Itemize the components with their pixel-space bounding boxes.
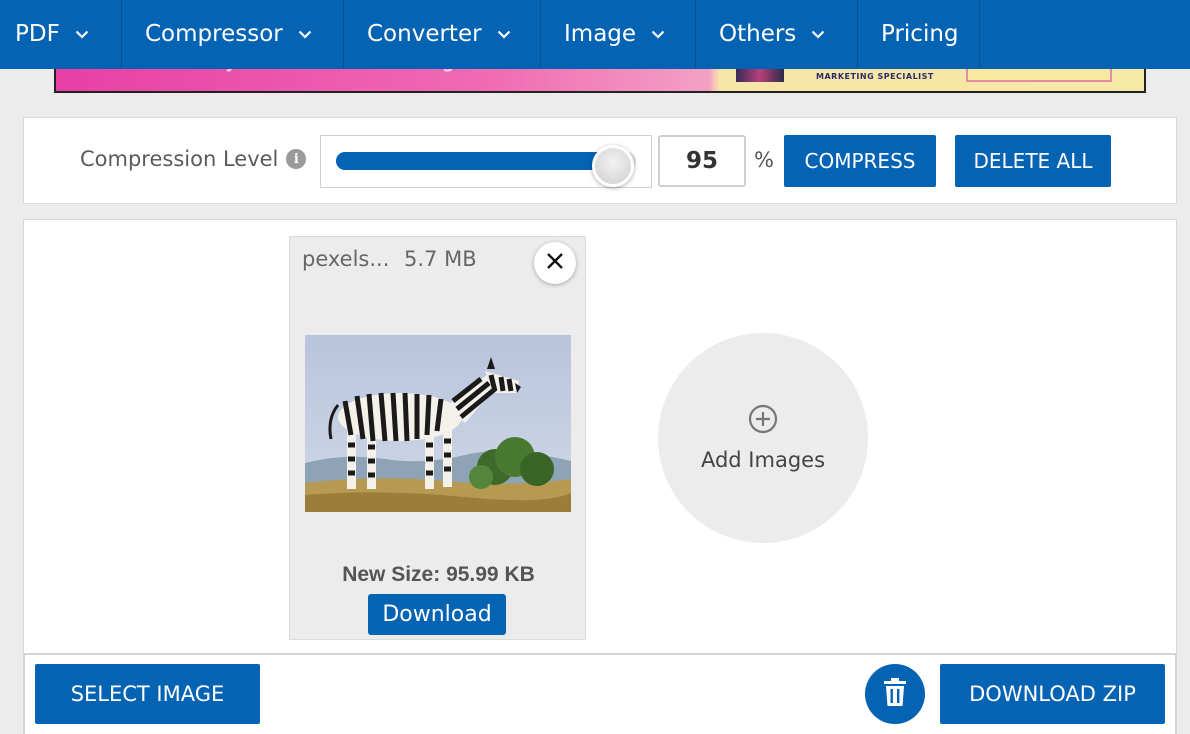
compression-level-text: Compression Level bbox=[80, 147, 279, 171]
compression-slider[interactable] bbox=[320, 135, 652, 188]
slider-track[interactable] bbox=[336, 145, 636, 187]
slider-fill bbox=[336, 152, 613, 170]
chevron-down-icon bbox=[808, 25, 828, 45]
nav-item-pricing[interactable]: Pricing bbox=[858, 0, 980, 69]
nav-item-label: Pricing bbox=[881, 20, 959, 47]
file-size: 5.7 MB bbox=[404, 247, 477, 271]
close-icon bbox=[546, 252, 564, 274]
delete-button[interactable] bbox=[865, 664, 925, 724]
nav-item-others[interactable]: Others bbox=[696, 0, 858, 69]
percent-sign: % bbox=[754, 148, 774, 172]
ad-tag: MARKETING SPECIALIST bbox=[816, 72, 934, 81]
chevron-down-icon bbox=[295, 25, 315, 45]
nav-item-pdf[interactable]: PDF bbox=[0, 0, 122, 69]
close-button[interactable] bbox=[534, 242, 576, 284]
nav-item-label: Converter bbox=[367, 20, 482, 47]
image-card: pexels... 5.7 MB New Size: 95.99 KB Down… bbox=[289, 236, 586, 640]
top-nav: PDF Compressor Converter Image Others Pr… bbox=[0, 0, 1190, 69]
download-zip-button[interactable]: DOWNLOAD ZIP bbox=[940, 664, 1165, 724]
plus-circle-icon bbox=[748, 404, 778, 434]
nav-item-label: Others bbox=[719, 20, 797, 47]
select-image-button[interactable]: SELECT IMAGE bbox=[35, 664, 260, 724]
nav-item-compressor[interactable]: Compressor bbox=[122, 0, 344, 69]
add-images-button[interactable]: Add Images bbox=[658, 333, 868, 543]
nav-item-image[interactable]: Image bbox=[541, 0, 696, 69]
chevron-down-icon bbox=[494, 25, 514, 45]
file-name: pexels... bbox=[302, 247, 390, 271]
add-images-label: Add Images bbox=[700, 448, 826, 472]
slider-thumb[interactable] bbox=[592, 145, 634, 187]
compression-level-input[interactable]: 95 bbox=[658, 135, 746, 187]
trash-icon bbox=[882, 677, 908, 711]
bottom-action-bar: SELECT IMAGE DOWNLOAD ZIP bbox=[23, 653, 1177, 734]
nav-item-label: Compressor bbox=[145, 20, 283, 47]
image-thumbnail bbox=[305, 335, 571, 512]
compression-level-label: Compression Level i bbox=[80, 147, 307, 171]
chevron-down-icon bbox=[648, 25, 668, 45]
compress-button[interactable]: COMPRESS bbox=[784, 135, 936, 187]
download-button[interactable]: Download bbox=[368, 594, 506, 635]
chevron-down-icon bbox=[72, 25, 92, 45]
new-size-text: New Size: 95.99 KB bbox=[342, 563, 535, 586]
nav-item-label: Image bbox=[564, 20, 637, 47]
nav-item-label: PDF bbox=[15, 20, 60, 47]
info-icon[interactable]: i bbox=[286, 149, 307, 169]
delete-all-button[interactable]: DELETE ALL bbox=[955, 135, 1111, 187]
compression-panel: Compression Level i 95 % COMPRESS DELETE… bbox=[23, 117, 1177, 204]
nav-item-converter[interactable]: Converter bbox=[344, 0, 541, 69]
